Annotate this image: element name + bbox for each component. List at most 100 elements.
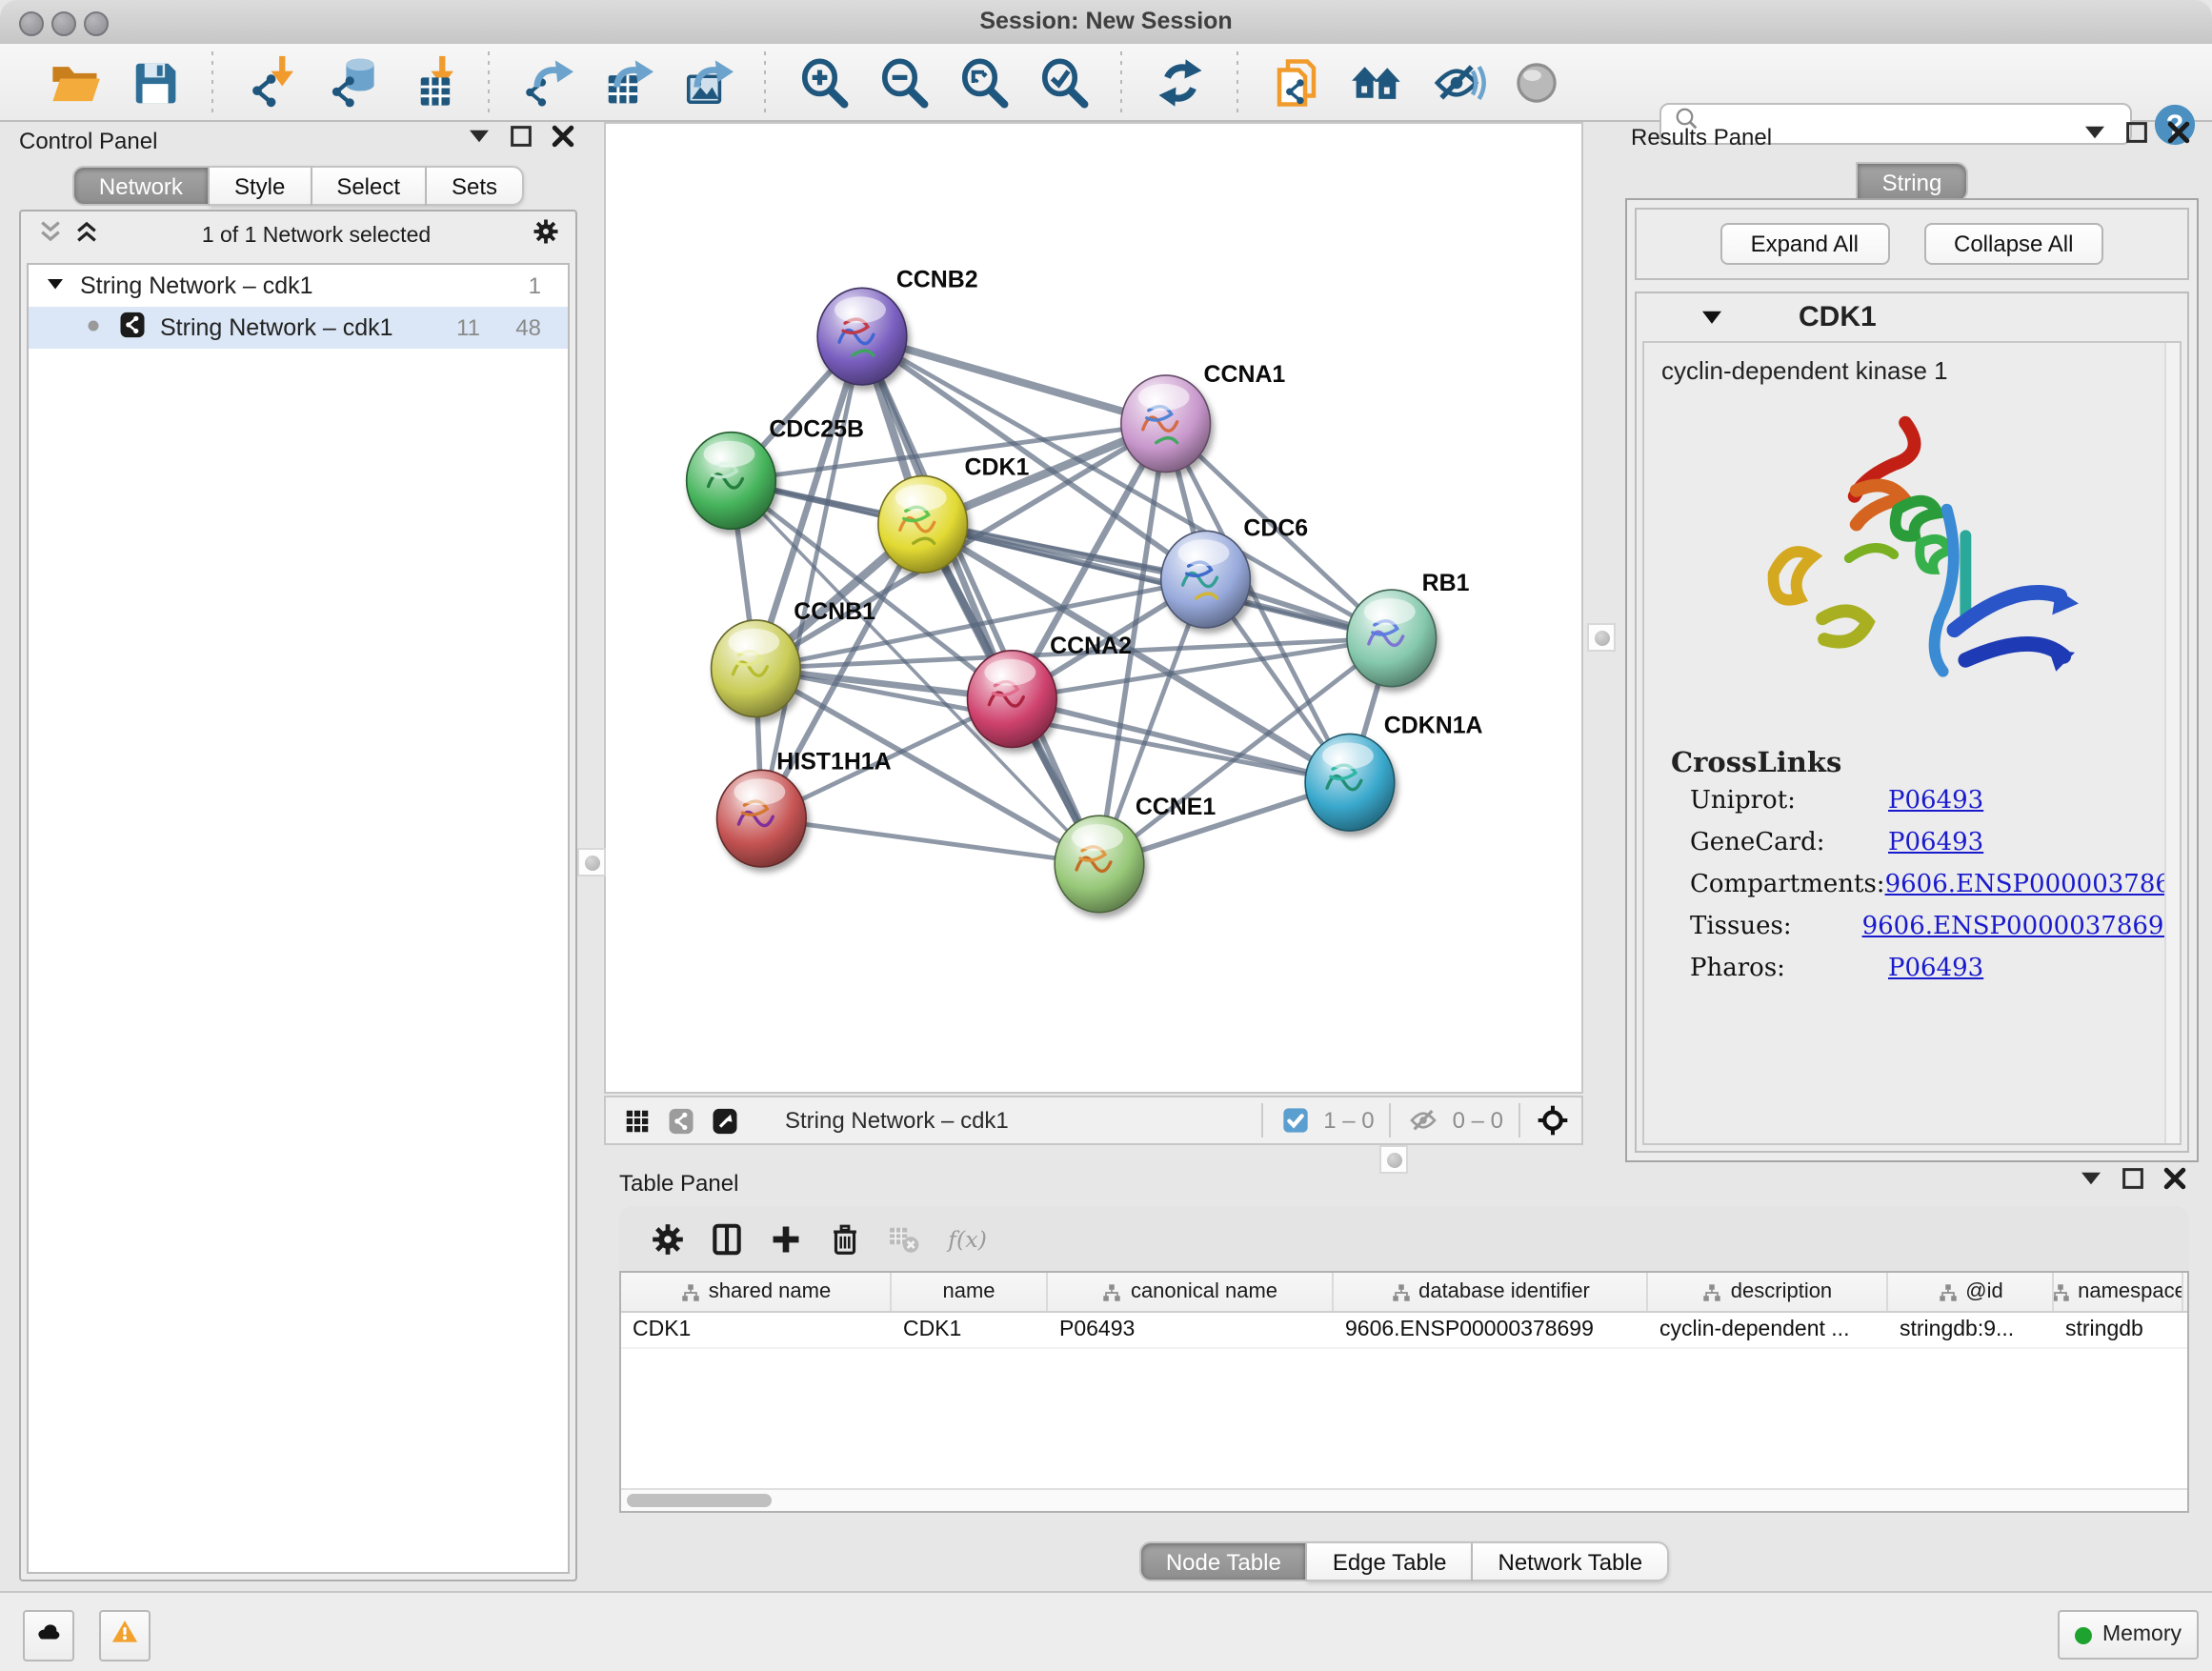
- tab-sets[interactable]: Sets: [427, 166, 524, 206]
- export-table-icon[interactable]: [600, 55, 654, 109]
- crosslink-link[interactable]: P06493: [1888, 955, 1983, 983]
- tab-select[interactable]: Select: [312, 166, 427, 206]
- scrollbar-thumb[interactable]: [627, 1494, 772, 1507]
- refresh-icon[interactable]: [1153, 55, 1206, 109]
- tab-network[interactable]: Network: [72, 166, 210, 206]
- birdseye-icon[interactable]: [711, 1106, 739, 1135]
- share-gray-icon[interactable]: [667, 1106, 695, 1135]
- collapse-arrow-icon[interactable]: [2081, 118, 2109, 156]
- tree-row-label: String Network – cdk1: [80, 272, 313, 299]
- edge-CCNB2-HIST1H1A[interactable]: [761, 336, 862, 818]
- crosslink-row: GeneCard:P06493: [1690, 829, 2180, 857]
- table-delete-icon[interactable]: [886, 1220, 922, 1257]
- collapse-arrow-icon[interactable]: [2077, 1163, 2105, 1201]
- chevrons-down-icon[interactable]: [36, 216, 65, 254]
- table-row[interactable]: CDK1CDK1P064939606.ENSP00000378699cyclin…: [621, 1313, 2187, 1349]
- hidden-eye-icon[interactable]: [1409, 1105, 1439, 1136]
- crosslink-link[interactable]: P06493: [1888, 787, 1983, 815]
- tree-row[interactable]: String Network – cdk11148: [29, 307, 568, 349]
- open-folder-icon[interactable]: [48, 55, 101, 109]
- memory-button[interactable]: Memory: [2059, 1610, 2199, 1660]
- share-document-icon[interactable]: [1269, 55, 1322, 109]
- results-panel-tabs: String: [1619, 162, 2204, 202]
- hide-eye-icon[interactable]: [1429, 55, 1482, 109]
- save-icon[interactable]: [128, 55, 181, 109]
- eye-icon[interactable]: [1509, 55, 1562, 109]
- network-graph[interactable]: CCNB2CCNA1CDC25BCDK1CDC6RB1CCNB1CCNA2CDK…: [606, 124, 1581, 1092]
- cloud-button[interactable]: [23, 1610, 74, 1661]
- results-scrollbar[interactable]: [2164, 343, 2180, 1143]
- columns-icon[interactable]: [709, 1220, 745, 1257]
- tab-edge-table[interactable]: Edge Table: [1308, 1541, 1474, 1581]
- network-canvas[interactable]: CCNB2CCNA1CDC25BCDK1CDC6RB1CCNB1CCNA2CDK…: [604, 122, 1583, 1094]
- grid-icon[interactable]: [623, 1106, 652, 1135]
- gear-icon[interactable]: [650, 1220, 686, 1257]
- warning-button[interactable]: [99, 1610, 151, 1661]
- toolbar-icons: [34, 51, 1576, 112]
- crosslink-link[interactable]: 9606.ENSP00000378699: [1862, 913, 2180, 941]
- string-results-container: Expand All Collapse All CDK1 cyclin-depe…: [1625, 198, 2199, 1162]
- close-icon[interactable]: [2164, 118, 2193, 156]
- fx-icon[interactable]: f(x): [945, 1220, 981, 1257]
- trash-icon[interactable]: [827, 1220, 863, 1257]
- export-image-icon[interactable]: [680, 55, 734, 109]
- gear-icon[interactable]: [532, 216, 560, 254]
- column-header-namespace[interactable]: namespace: [2054, 1273, 2183, 1311]
- close-icon[interactable]: [549, 122, 577, 160]
- expand-all-button[interactable]: Expand All: [1720, 223, 1889, 265]
- float-icon[interactable]: [2119, 1163, 2147, 1201]
- column-header-shared-name[interactable]: shared name: [621, 1273, 892, 1311]
- toolbar-separator: [211, 51, 213, 112]
- tab-network-table[interactable]: Network Table: [1474, 1541, 1670, 1581]
- disclosure-down-icon[interactable]: [44, 272, 67, 300]
- column-header-@id[interactable]: @id: [1888, 1273, 2054, 1311]
- float-icon[interactable]: [2122, 118, 2151, 156]
- network-view-toolbar: String Network – cdk1 1 – 0 0 – 0: [604, 1096, 1583, 1145]
- collapse-entry-icon[interactable]: [1698, 302, 1726, 331]
- column-header-description[interactable]: description: [1648, 1273, 1888, 1311]
- import-database-icon[interactable]: [324, 55, 377, 109]
- node-RB1[interactable]: RB1: [1347, 570, 1470, 687]
- crosslink-link[interactable]: 9606.ENSP00000378699: [1885, 871, 2182, 899]
- bullet-icon: [82, 313, 105, 342]
- right-splitter-handle[interactable]: [1587, 623, 1616, 652]
- node-CCNB2[interactable]: CCNB2: [817, 266, 977, 385]
- node-CCNE1[interactable]: CCNE1: [1055, 794, 1216, 913]
- close-icon[interactable]: [2161, 1163, 2189, 1201]
- node-CDK1[interactable]: CDK1: [878, 454, 1030, 574]
- import-network-icon[interactable]: [244, 55, 297, 109]
- selected-checkbox-icon[interactable]: [1279, 1105, 1310, 1136]
- zoom-in-icon[interactable]: [796, 55, 850, 109]
- crosslink-link[interactable]: P06493: [1888, 829, 1983, 857]
- tree-row[interactable]: String Network – cdk11: [29, 265, 568, 307]
- column-header-database-identifier[interactable]: database identifier: [1334, 1273, 1648, 1311]
- node-CCNA1[interactable]: CCNA1: [1121, 361, 1286, 473]
- collapse-all-button[interactable]: Collapse All: [1923, 223, 2103, 265]
- fit-content-button[interactable]: [1538, 1105, 1568, 1136]
- column-header-canonical-name[interactable]: canonical name: [1048, 1273, 1334, 1311]
- chevrons-up-icon[interactable]: [72, 216, 101, 254]
- collapse-arrow-icon[interactable]: [465, 122, 493, 160]
- home-icon[interactable]: [1349, 55, 1402, 109]
- edge-HIST1H1A-CCNE1[interactable]: [761, 818, 1099, 864]
- add-icon[interactable]: [768, 1220, 804, 1257]
- left-splitter-handle[interactable]: [577, 848, 606, 876]
- edge-CCNB2-CCNA1[interactable]: [862, 336, 1166, 424]
- warning-icon: [111, 1617, 139, 1655]
- column-header-name[interactable]: name: [892, 1273, 1048, 1311]
- node-HIST1H1A[interactable]: HIST1H1A: [717, 748, 892, 867]
- svg-text:f(x): f(x): [946, 1225, 987, 1252]
- float-icon[interactable]: [507, 122, 535, 160]
- zoom-selected-icon[interactable]: [1036, 55, 1090, 109]
- zoom-fit-icon[interactable]: [956, 55, 1010, 109]
- node-CDKN1A[interactable]: CDKN1A: [1305, 712, 1482, 831]
- table-horizontal-scrollbar[interactable]: [621, 1488, 2187, 1511]
- table-cell: CDK1: [621, 1313, 892, 1347]
- tab-string[interactable]: String: [1856, 162, 1969, 202]
- network-panel: 1 of 1 Network selected String Network –…: [19, 210, 577, 1581]
- import-table-icon[interactable]: [404, 55, 457, 109]
- export-network-icon[interactable]: [520, 55, 573, 109]
- zoom-out-icon[interactable]: [876, 55, 930, 109]
- tab-style[interactable]: Style: [210, 166, 312, 206]
- tab-node-table[interactable]: Node Table: [1139, 1541, 1308, 1581]
